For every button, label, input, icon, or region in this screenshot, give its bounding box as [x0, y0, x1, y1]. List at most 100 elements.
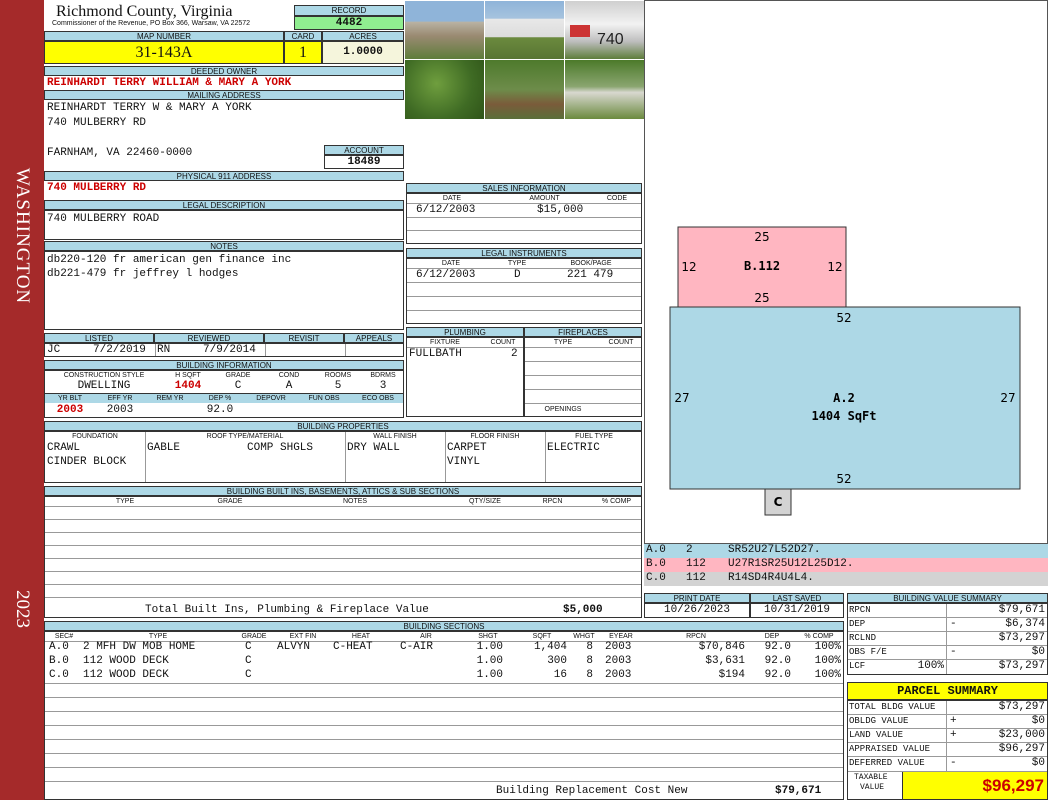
- sales-table: DATE AMOUNT CODE 6/12/2003 $15,000: [406, 193, 642, 244]
- row-b-dep: 92.0: [764, 655, 791, 667]
- sec-col-sqft: SQFT: [532, 633, 552, 640]
- row-c-rpcn: $194: [718, 669, 745, 681]
- prop-wall: DRY WALL: [347, 442, 400, 454]
- notes-header: NOTES: [44, 241, 404, 251]
- legend-a-code: A.0: [646, 544, 666, 556]
- account-value: 18489: [324, 155, 404, 169]
- bvs-rclnd: $73,297: [998, 632, 1045, 644]
- sketch-a-label: A.2: [833, 391, 855, 405]
- bvs-lcf-pct: 100%: [917, 660, 944, 672]
- bi-col-ecoobs: ECO OBS: [362, 395, 394, 402]
- row-c-dep: 92.0: [764, 669, 791, 681]
- prop-roof-type: GABLE: [147, 442, 181, 454]
- bvs-lcf-label: LCF: [849, 661, 866, 671]
- legend-b-path: U27R1SR25U12L25D12.: [728, 558, 854, 570]
- row-b-type: 112 WOOD DECK: [83, 655, 169, 667]
- building-sections-table: SEC# TYPE GRADE EXT FIN HEAT AIR SHGT SQ…: [44, 631, 844, 800]
- sec-col-dep: DEP: [764, 633, 780, 640]
- bi2-col-notes: NOTES: [342, 498, 368, 505]
- card-value: 1: [284, 41, 322, 64]
- bi-col-grade: GRADE: [225, 372, 251, 379]
- bvs-rpcn-label: RPCN: [849, 605, 871, 615]
- built-ins-total: $5,000: [563, 604, 603, 616]
- property-photo-5: [485, 60, 564, 119]
- bi2-col-rpcn: RPCN: [542, 498, 563, 505]
- mailing-address-header: MAILING ADDRESS: [44, 90, 404, 100]
- sidebar: WASHINGTON 2023: [0, 0, 44, 800]
- row-b-grade: C: [245, 655, 252, 667]
- listed-header: LISTED: [44, 333, 154, 343]
- bi-col-yrblt: YR BLT: [58, 395, 82, 402]
- sec-col-extfin: EXT FIN: [289, 633, 317, 640]
- plumbing-header: PLUMBING: [406, 327, 524, 337]
- acres-header: ACRES: [322, 31, 404, 41]
- row-a-type: 2 MFH DW MOB HOME: [83, 641, 196, 653]
- row-c-shgt: 1.00: [476, 669, 503, 681]
- building-properties-table: FOUNDATION ROOF TYPE/MATERIAL WALL FINIS…: [44, 431, 642, 483]
- bi-yrblt: 2003: [56, 404, 84, 416]
- physical-911-address: 740 MULBERRY RD: [47, 182, 147, 194]
- sec-col-comp: % COMP: [804, 633, 834, 640]
- built-ins-table: TYPE GRADE NOTES QTY/SIZE RPCN % COMP To…: [44, 496, 642, 618]
- taxable-label-2: VALUE: [860, 783, 885, 792]
- legal-instruments-table: DATE TYPE BOOK/PAGE 6/12/2003 D 221 479: [406, 258, 642, 324]
- sketch-a-bottom: 52: [836, 472, 851, 486]
- deferred-label: DEFERRED VALUE: [849, 758, 925, 768]
- fireplaces-table: TYPE COUNT OPENINGS: [524, 337, 642, 417]
- row-b-sqft: 300: [547, 655, 567, 667]
- legend-b-code: B.0: [646, 558, 666, 570]
- row-c-comp: 100%: [814, 669, 841, 681]
- total-bldg-label: TOTAL BLDG VALUE: [849, 702, 936, 712]
- sketch-legend-c: C.0 112 R14SD4R4U4L4.: [644, 572, 1048, 586]
- sketch-b-label: B.112: [744, 259, 780, 273]
- property-photo-4: [405, 60, 484, 119]
- record-value: 4482: [294, 16, 404, 30]
- legend-c-code: C.0: [646, 572, 666, 584]
- table-row: C.0 112 WOOD DECK C 1.00 16 8 2003 $194 …: [45, 669, 843, 683]
- built-ins-header: BUILDING BUILT INS, BASEMENTS, ATTICS & …: [44, 486, 642, 496]
- instr-date: 6/12/2003: [416, 269, 476, 281]
- sec-col-grade: GRADE: [241, 633, 267, 640]
- plumbing-count: 2: [511, 348, 518, 360]
- sales-col-amount: AMOUNT: [529, 195, 560, 202]
- bvs-dep-label: DEP: [849, 619, 866, 629]
- year-label: 2023: [12, 590, 33, 628]
- appraised-label: APPRAISED VALUE: [849, 744, 931, 754]
- building-value-summary: RPCN $79,671 DEP - $6,374 RCLND $73,297 …: [847, 603, 1048, 675]
- mailing-line-1: REINHARDT TERRY W & MARY A YORK: [47, 102, 252, 114]
- sec-col-air: AIR: [420, 633, 432, 640]
- building-sketch: B.112 25 25 12 12 A.2 1404 SqFt 52 52 27…: [669, 226, 1021, 516]
- obldg-label: OBLDG VALUE: [849, 716, 909, 726]
- sales-col-code: CODE: [606, 195, 628, 202]
- row-a-shgt: 1.00: [476, 641, 503, 653]
- sec-col-whgt: WHGT: [573, 633, 595, 640]
- sketch-b-right: 12: [827, 260, 842, 274]
- sketch-b-bottom: 25: [754, 291, 769, 305]
- prop-roof-material: COMP SHGLS: [247, 442, 314, 454]
- deeded-owner-header: DEEDED OWNER: [44, 66, 404, 76]
- bi-col-dep: DEP %: [208, 395, 232, 402]
- sketch-a-right: 27: [1000, 391, 1015, 405]
- last-saved: 10/31/2019: [763, 604, 830, 616]
- legal-instruments-header: LEGAL INSTRUMENTS: [406, 248, 642, 258]
- bi-col-funobs: FUN OBS: [308, 395, 340, 402]
- property-photo-3: 740: [565, 1, 644, 59]
- row-a-rpcn: $70,846: [698, 641, 745, 653]
- bi-col-depovr: DEPOVR: [256, 395, 286, 402]
- legend-c-path: R14SD4R4U4L4.: [728, 572, 814, 584]
- legend-a-path: SR52U27L52D27.: [728, 544, 821, 556]
- prop-col-wall: WALL FINISH: [373, 433, 417, 440]
- parcel-summary: TOTAL BLDG VALUE $73,297 OBLDG VALUE + $…: [847, 700, 1048, 800]
- sec-col-type: TYPE: [148, 633, 168, 640]
- reviewed-by: RN: [157, 344, 171, 356]
- row-a-dep: 92.0: [764, 641, 791, 653]
- acres-value: 1.0000: [322, 41, 404, 64]
- prop-floor-2: VINYL: [447, 456, 481, 468]
- legend-a-num: 2: [686, 544, 693, 556]
- listed-date: 7/2/2019: [93, 344, 146, 356]
- map-number: 31-143A: [44, 41, 284, 64]
- bi-col-style: CONSTRUCTION STYLE: [63, 372, 145, 379]
- row-b-eyear: 2003: [605, 655, 632, 667]
- appraised-value: $96,297: [998, 743, 1045, 755]
- bi-col-cond: COND: [278, 372, 300, 379]
